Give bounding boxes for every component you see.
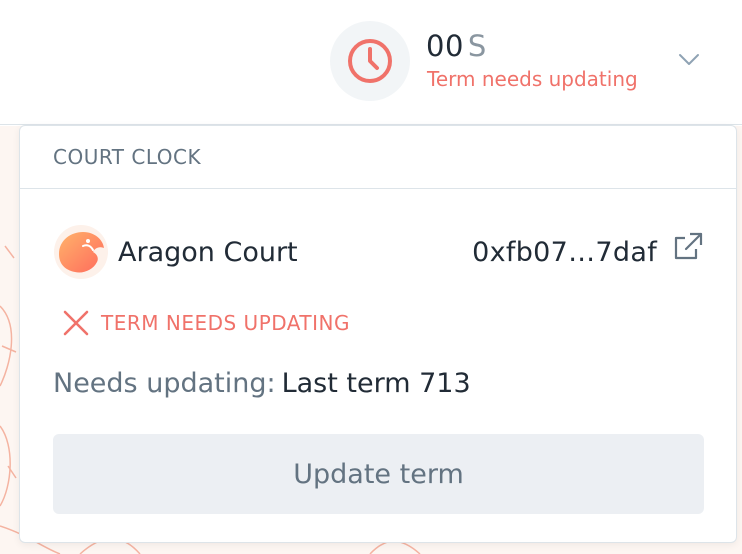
clock-countdown: 00 S — [426, 28, 487, 64]
external-link-icon — [674, 232, 703, 260]
clock-countdown-value: 00 — [426, 29, 464, 63]
clock-dropdown-toggle[interactable] — [676, 50, 702, 70]
chevron-down-icon — [679, 54, 699, 65]
needs-updating-label: Needs updating: — [53, 368, 276, 399]
aragon-court-logo — [53, 224, 109, 280]
popover-title: COURT CLOCK — [53, 145, 202, 169]
page: 00 S Term needs updating COURT CLOCK Ara… — [0, 0, 742, 554]
popover-header: COURT CLOCK — [20, 126, 736, 189]
court-row: Aragon Court 0xfb07…7daf — [53, 224, 705, 280]
clock-status-text: Term needs updating — [427, 67, 638, 91]
court-name: Aragon Court — [118, 236, 298, 268]
term-status-row: TERM NEEDS UPDATING — [62, 309, 350, 337]
update-term-button[interactable]: Update term — [53, 434, 704, 514]
close-x-icon — [63, 310, 89, 336]
top-bar: 00 S Term needs updating — [0, 0, 742, 125]
clock-countdown-unit: S — [467, 29, 487, 63]
external-link-button[interactable] — [671, 230, 705, 264]
clock-icon — [348, 39, 392, 83]
court-address[interactable]: 0xfb07…7daf — [472, 237, 657, 268]
needs-updating-value: Last term 713 — [281, 368, 471, 399]
court-clock-popover: COURT CLOCK Aragon Court 0xfb07…7daf TER… — [19, 125, 737, 543]
aragon-court-logo-icon — [54, 225, 108, 279]
clock-button[interactable] — [330, 21, 410, 101]
term-status-text: TERM NEEDS UPDATING — [101, 311, 351, 335]
needs-updating-line: Needs updating: Last term 713 — [53, 366, 471, 402]
